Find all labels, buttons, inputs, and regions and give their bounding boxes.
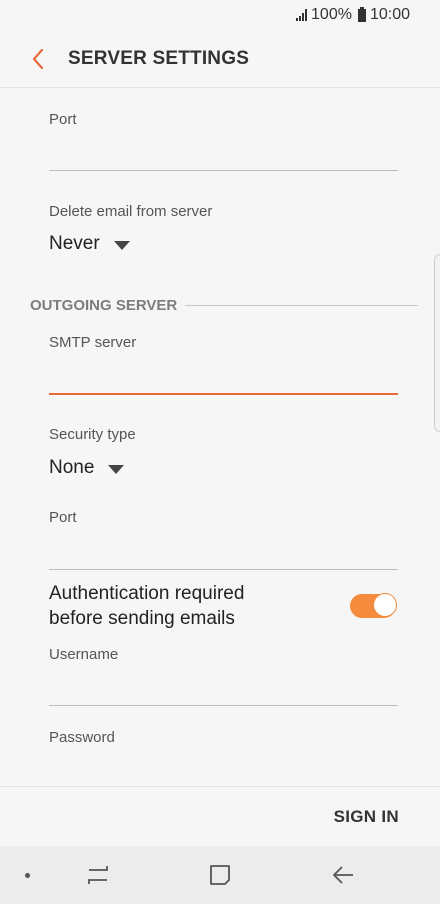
delete-email-value: Never — [49, 233, 100, 254]
navigation-bar — [0, 846, 440, 904]
authentication-toggle[interactable] — [350, 593, 397, 618]
outgoing-port-input[interactable] — [49, 538, 398, 564]
security-type-label: Security type — [49, 426, 136, 443]
status-bar: 100% 10:00 — [0, 0, 440, 30]
username-label: Username — [49, 646, 119, 663]
app-bar: SERVER SETTINGS — [0, 30, 440, 88]
authentication-label-line1: Authentication required — [49, 583, 245, 604]
home-button[interactable] — [205, 862, 235, 888]
dropdown-caret-icon — [113, 240, 130, 250]
username-underline — [49, 705, 398, 706]
signal-icon — [296, 9, 308, 21]
section-title: OUTGOING SERVER — [30, 297, 178, 314]
smtp-server-label: SMTP server — [49, 334, 137, 351]
nav-dot-icon — [25, 873, 30, 878]
password-label: Password — [49, 729, 115, 746]
password-input[interactable] — [49, 756, 398, 782]
battery-icon — [357, 6, 366, 22]
section-divider — [185, 305, 418, 306]
page-title: SERVER SETTINGS — [68, 47, 250, 69]
outgoing-server-header: OUTGOING SERVER — [30, 297, 418, 314]
chevron-left-icon — [32, 48, 44, 69]
home-icon — [210, 865, 230, 885]
smtp-server-underline — [49, 393, 398, 395]
toggle-knob — [373, 593, 397, 617]
authentication-label: Authentication required before sending e… — [49, 581, 244, 631]
incoming-port-label: Port — [49, 111, 77, 128]
delete-email-label: Delete email from server — [49, 203, 213, 220]
recent-apps-icon — [88, 866, 108, 884]
incoming-port-underline — [49, 170, 398, 171]
outgoing-port-label: Port — [49, 509, 77, 526]
settings-form: Port Delete email from server Never OUTG… — [0, 88, 440, 786]
authentication-label-line2: before sending emails — [49, 608, 235, 629]
recent-apps-button[interactable] — [83, 862, 113, 888]
delete-email-dropdown[interactable]: Never — [49, 233, 130, 255]
smtp-server-input[interactable] — [49, 363, 398, 389]
outgoing-port-underline — [49, 569, 398, 570]
battery-percentage: 100% — [311, 6, 352, 23]
nav-back-button[interactable] — [329, 862, 359, 888]
back-arrow-icon — [333, 866, 353, 884]
action-bar: SIGN IN — [0, 786, 440, 846]
back-button[interactable] — [18, 39, 58, 79]
security-type-value: None — [49, 457, 95, 478]
scrollbar-handle[interactable] — [434, 254, 440, 432]
dropdown-caret-icon — [108, 464, 125, 474]
username-input[interactable] — [49, 675, 398, 701]
screen: 100% 10:00 SERVER SETTINGS Port Delete e… — [0, 0, 440, 904]
authentication-row[interactable]: Authentication required before sending e… — [49, 581, 398, 631]
clock: 10:00 — [369, 6, 410, 23]
security-type-dropdown[interactable]: None — [49, 457, 125, 479]
incoming-port-input[interactable] — [49, 140, 398, 166]
sign-in-button[interactable]: SIGN IN — [334, 807, 399, 827]
